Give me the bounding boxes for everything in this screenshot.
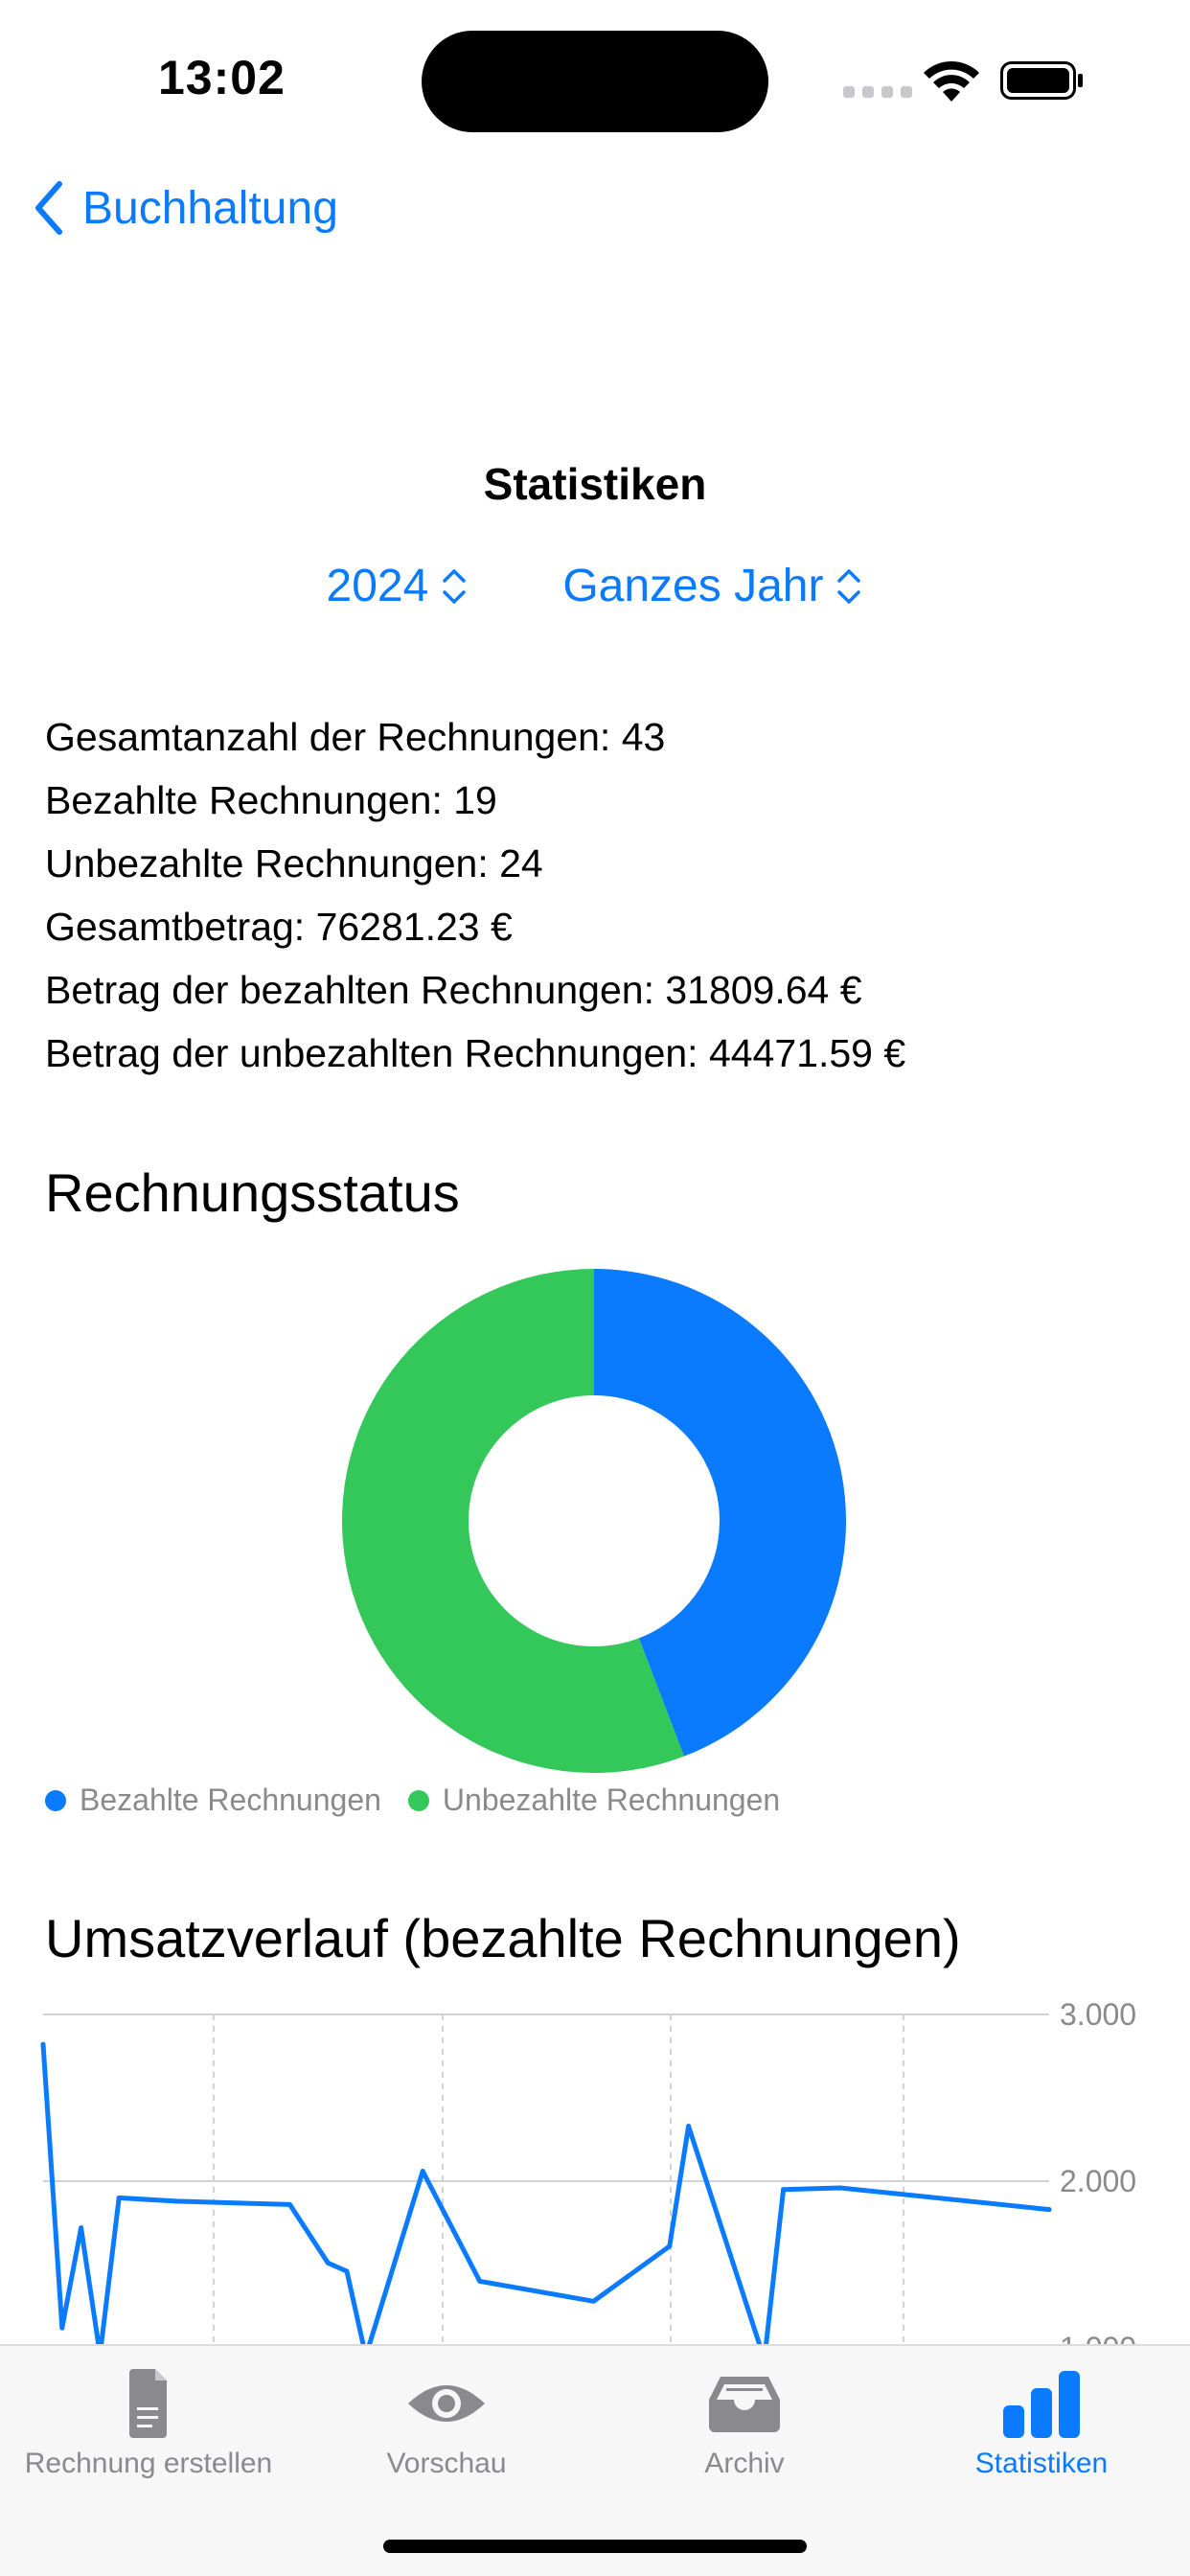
unpaid-amount: Betrag der unbezahlten Rechnungen: 44471… [45, 1031, 906, 1075]
legend-label-unpaid: Unbezahlte Rechnungen [442, 1782, 781, 1817]
revenue-chart-title: Umsatzverlauf (bezahlte Rechnungen) [45, 1908, 961, 1968]
status-chart-title: Rechnungsstatus [45, 1162, 460, 1223]
year-picker-value: 2024 [326, 561, 429, 611]
data-point [591, 2298, 597, 2304]
data-point [40, 2041, 46, 2047]
back-button-label: Buchhaltung [82, 182, 338, 234]
legend-item-unpaid: Unbezahlte Rechnungen [407, 1782, 781, 1818]
tab-statistiken[interactable]: Statistiken [893, 2367, 1190, 2480]
filter-pickers: 2024 Ganzes Jahr [0, 560, 1190, 612]
legend-label-paid: Bezahlte Rechnungen [80, 1782, 381, 1817]
archive-tray-icon [709, 2377, 780, 2432]
data-point [325, 2260, 331, 2266]
home-indicator [383, 2540, 807, 2553]
tab-label: Statistiken [974, 2448, 1109, 2479]
data-point [837, 2185, 843, 2191]
data-point [686, 2124, 692, 2129]
total-amount: Gesamtbetrag: 76281.23 € [45, 905, 513, 949]
page-title: Statistiken [483, 459, 707, 509]
year-picker[interactable]: 2024 [327, 560, 469, 612]
data-point [420, 2169, 425, 2174]
period-picker-value: Ganzes Jahr [562, 561, 824, 611]
tab-rechnung-erstellen[interactable]: Rechnung erstellen [0, 2367, 297, 2480]
back-button[interactable]: Buchhaltung [33, 180, 338, 236]
legend-dot-paid [45, 1789, 66, 1811]
data-point [477, 2278, 483, 2284]
eye-icon [408, 2385, 485, 2422]
data-point [59, 2325, 65, 2331]
data-point [173, 2198, 179, 2204]
y-tick-label: 2.000 [1060, 2164, 1136, 2198]
status-time: 13:02 [158, 51, 286, 104]
chevron-up-down-icon [443, 568, 467, 604]
total-invoice-count: Gesamtanzahl der Rechnungen: 43 [45, 715, 666, 759]
y-tick-label: 3.000 [1060, 1997, 1136, 2032]
document-icon [129, 2369, 167, 2438]
data-point [287, 2201, 293, 2207]
chevron-left-icon [35, 181, 62, 235]
revenue-series-line [40, 2041, 1052, 2348]
cellular-signal-icon [843, 86, 912, 98]
data-point [781, 2187, 787, 2193]
donut-legend: Bezahlte Rechnungen Unbezahlte Rechnunge… [45, 1782, 780, 1818]
unpaid-invoice-count: Unbezahlte Rechnungen: 24 [45, 841, 543, 886]
screen: 13:02 Buchhaltung Statistiken 2024 Ganze… [0, 0, 1190, 2576]
paid-invoice-count: Bezahlte Rechnungen: 19 [45, 778, 497, 822]
tab-label: Archiv [704, 2448, 785, 2479]
chevron-up-down-icon [837, 568, 861, 604]
tab-label: Vorschau [386, 2448, 507, 2479]
legend-dot-unpaid [407, 1789, 429, 1811]
wifi-icon [924, 60, 979, 102]
data-point [344, 2268, 350, 2274]
revenue-line-chart: 3.0002.0001.000 [40, 1997, 1136, 2348]
statistics-summary: Gesamtanzahl der Rechnungen: 43 Bezahlte… [45, 705, 905, 1085]
tab-archiv[interactable]: Archiv [596, 2367, 893, 2480]
data-point [667, 2243, 673, 2249]
data-point [79, 2225, 84, 2231]
data-point [1046, 2207, 1052, 2213]
legend-item-paid: Bezahlte Rechnungen [45, 1782, 381, 1818]
paid-amount: Betrag der bezahlten Rechnungen: 31809.6… [45, 968, 862, 1012]
tab-vorschau[interactable]: Vorschau [298, 2367, 595, 2480]
dynamic-island [422, 31, 768, 132]
bar-chart-icon [1003, 2371, 1080, 2438]
invoice-status-donut-chart [341, 1269, 846, 1773]
battery-icon [1000, 61, 1083, 100]
data-point [116, 2195, 122, 2200]
tab-label: Rechnung erstellen [24, 2448, 273, 2479]
period-picker[interactable]: Ganzes Jahr [562, 560, 863, 612]
